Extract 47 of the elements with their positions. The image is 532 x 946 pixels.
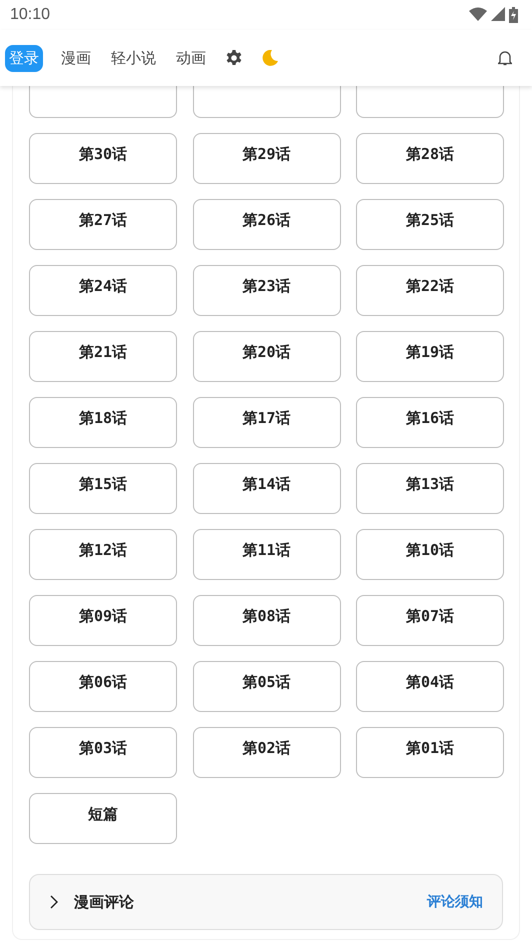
episode-button[interactable]: 第23话: [192, 265, 340, 316]
settings-icon[interactable]: [226, 50, 242, 66]
episode-button[interactable]: 第20话: [192, 331, 340, 382]
episode-button[interactable]: 第14话: [192, 463, 340, 514]
episode-button[interactable]: 第30话: [29, 133, 177, 184]
episode-button[interactable]: 第11话: [192, 529, 340, 580]
episode-button[interactable]: 第12话: [29, 529, 177, 580]
episode-button[interactable]: 第16话: [356, 397, 504, 448]
comment-rules-link[interactable]: 评论须知: [427, 893, 483, 911]
episode-button[interactable]: 第07话: [356, 595, 504, 646]
episode-button[interactable]: 第18话: [29, 397, 177, 448]
bell-icon[interactable]: [498, 50, 512, 66]
episode-button[interactable]: 第15话: [29, 463, 177, 514]
episode-button[interactable]: 第26话: [192, 199, 340, 250]
comments-title: 漫画评论: [74, 892, 135, 912]
moon-icon[interactable]: [262, 50, 278, 66]
battery-icon: [509, 7, 518, 23]
episode-button[interactable]: 第28话: [356, 133, 504, 184]
wifi-icon: [469, 7, 487, 21]
episode-button[interactable]: 第05话: [192, 661, 340, 712]
episode-button[interactable]: 第03话: [29, 727, 177, 778]
episode-button[interactable]: 第01话: [356, 727, 504, 778]
episode-button[interactable]: 第17话: [192, 397, 340, 448]
episode-button[interactable]: 第04话: [356, 661, 504, 712]
episode-button[interactable]: 第27话: [29, 199, 177, 250]
episode-button[interactable]: 第13话: [356, 463, 504, 514]
episode-button[interactable]: [356, 86, 504, 118]
nav-tab[interactable]: 轻小说: [101, 48, 166, 68]
episode-button[interactable]: 第09话: [29, 595, 177, 646]
episode-button[interactable]: 第08话: [192, 595, 340, 646]
episode-button[interactable]: [29, 86, 177, 118]
episode-button[interactable]: 第10话: [356, 529, 504, 580]
episode-button[interactable]: 第22话: [356, 265, 504, 316]
nav-tab[interactable]: 漫画: [51, 48, 101, 68]
nav-tab[interactable]: 动画: [166, 48, 216, 68]
signal-icon: [491, 7, 505, 21]
episode-button[interactable]: 第24话: [29, 265, 177, 316]
episode-button[interactable]: [192, 86, 340, 118]
episode-button[interactable]: 第21话: [29, 331, 177, 382]
episode-button[interactable]: 短篇: [29, 793, 177, 844]
episode-button[interactable]: 第29话: [192, 133, 340, 184]
episode-button[interactable]: 第06话: [29, 661, 177, 712]
comments-section[interactable]: 漫画评论 评论须知: [29, 874, 503, 930]
episode-button[interactable]: 第25话: [356, 199, 504, 250]
episode-button[interactable]: 第02话: [192, 727, 340, 778]
clock: 10:10: [10, 6, 50, 24]
episode-button[interactable]: 第19话: [356, 331, 504, 382]
